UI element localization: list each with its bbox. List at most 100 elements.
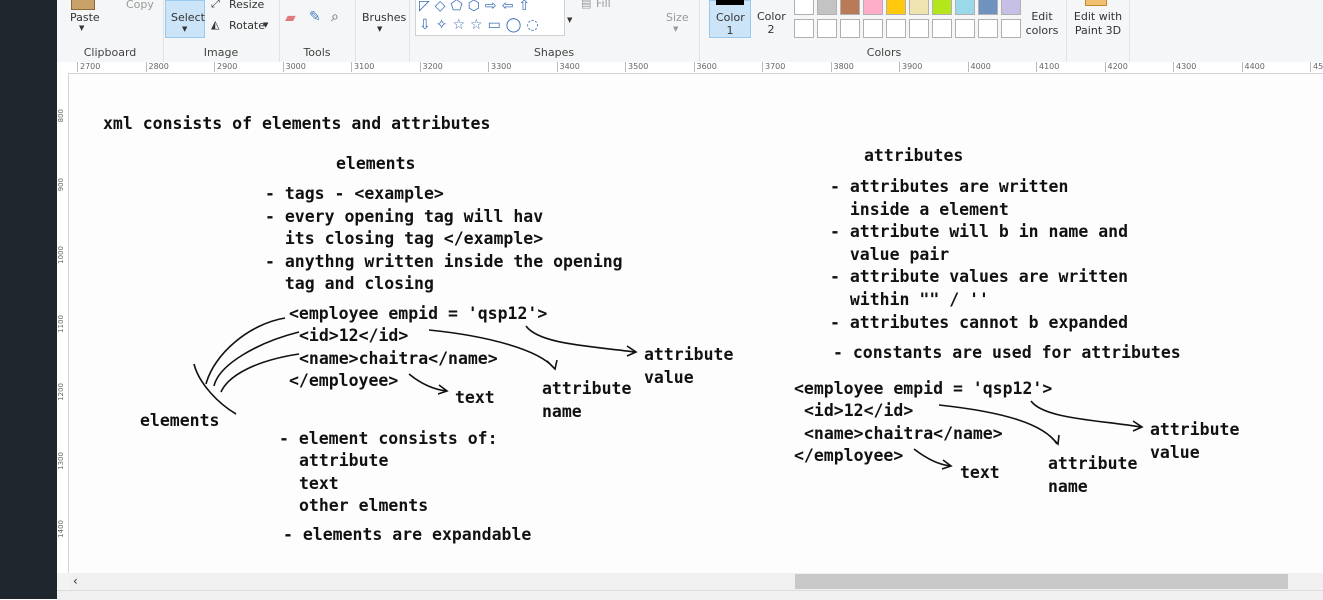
brushes-group: Brushes ▼ <box>355 0 410 62</box>
horizontal-scrollbar[interactable]: ‹ <box>69 573 1323 590</box>
palette-empty-swatch[interactable] <box>978 19 998 38</box>
clipboard-group: Paste ▼ Copy Clipboard <box>57 0 164 62</box>
ruler-tick-label: 1300 <box>57 451 65 470</box>
arrow-attr-name-2 <box>938 404 1060 446</box>
ruler-tick-label: 3200 <box>419 62 443 72</box>
size-label: Size <box>666 11 689 24</box>
arrow-text-1 <box>408 373 449 395</box>
palette-swatch[interactable] <box>817 0 837 15</box>
palette-empty-swatch[interactable] <box>932 19 952 38</box>
curve-elements-b <box>213 331 300 387</box>
clipboard-group-label: Clipboard <box>83 46 137 59</box>
arrow-attr-value-1 <box>525 325 638 357</box>
ruler-tick-label: 4400 <box>1241 62 1265 72</box>
ribbon: Paste ▼ Copy Clipboard Select ▼ ⤢ Resize… <box>57 0 1323 63</box>
rotate-dropdown-icon[interactable]: ▼ <box>263 21 268 29</box>
colors-group-label: Colors <box>866 46 902 59</box>
brushes-button[interactable]: Brushes <box>362 11 406 24</box>
ruler-tick-label: 1200 <box>57 383 65 401</box>
palette-swatch[interactable] <box>840 0 860 15</box>
palette-empty-swatch[interactable] <box>840 19 860 38</box>
palette-empty-swatch[interactable] <box>817 19 837 38</box>
color2-button[interactable]: Color 2 <box>753 0 791 38</box>
size-dropdown-icon: ▼ <box>673 25 679 33</box>
palette-empty-swatch[interactable] <box>886 19 906 38</box>
ruler-tick-label: 2900 <box>214 62 237 72</box>
color1-button[interactable]: Color 1 <box>709 0 751 38</box>
rotate-button[interactable]: Rotate <box>229 19 265 32</box>
ruler-tick-label: 450 <box>1310 62 1323 72</box>
scroll-left-icon[interactable]: ‹ <box>73 574 78 588</box>
size-button[interactable]: Size ▼ <box>657 0 697 50</box>
select-dropdown-icon[interactable]: ▼ <box>182 25 187 33</box>
palette-swatch[interactable] <box>932 0 952 15</box>
ruler-tick-label: 900 <box>57 177 65 191</box>
select-label: Select <box>171 11 205 24</box>
resize-button[interactable]: Resize <box>229 0 264 11</box>
palette-swatch[interactable] <box>1001 0 1021 15</box>
color1-label: Color 1 <box>716 11 745 37</box>
ruler-tick-label: 3500 <box>625 62 648 72</box>
magnifier-icon[interactable]: ⌕ <box>331 9 339 25</box>
fill-button[interactable]: Fill <box>596 0 611 10</box>
curve-elements-c <box>220 353 300 393</box>
ruler-tick-label: 3400 <box>556 62 580 72</box>
tools-group: ▰ ✎ ⌕ Tools <box>279 0 356 62</box>
ruler-tick-label: 3900 <box>899 62 922 72</box>
palette-empty-swatch[interactable] <box>794 19 814 38</box>
ruler-tick-label: 1000 <box>57 246 65 264</box>
paint3d-group: Edit with Paint 3D <box>1066 0 1130 62</box>
ruler-tick-label: 4300 <box>1173 62 1196 72</box>
shapes-group-label: Shapes <box>533 46 575 59</box>
palette-empty-swatch[interactable] <box>955 19 975 38</box>
rotate-icon: ◭ <box>211 18 220 31</box>
paste-icon <box>71 0 95 10</box>
edit-colors-button[interactable]: Edit colors <box>1022 0 1062 40</box>
fill-icon: ▤ <box>581 0 592 10</box>
palette-empty-swatch[interactable] <box>1001 19 1021 38</box>
palette-swatch[interactable] <box>886 0 906 15</box>
paste-button[interactable]: Paste <box>70 11 100 24</box>
palette-empty-swatch[interactable] <box>863 19 883 38</box>
horizontal-ruler: 2700 2800 2900 3000 3100 3200 3300 3400 3500 3600… <box>57 62 1323 74</box>
eraser-icon[interactable]: ▰ <box>285 10 296 26</box>
ruler-tick-label: 3600 <box>693 62 717 72</box>
shapes-scroll-icon[interactable]: ▼ <box>567 16 572 24</box>
vertical-ruler: 800 900 1000 1100 1200 1300 1400 <box>57 73 69 573</box>
palette-swatch[interactable] <box>863 0 883 15</box>
edit-colors-label: Edit colors <box>1025 10 1059 37</box>
image-group-label: Image <box>203 46 239 59</box>
ruler-tick-label: 2700 <box>77 62 100 72</box>
color2-label: Color 2 <box>757 10 786 36</box>
ruler-tick-label: 3800 <box>830 62 854 72</box>
ruler-tick-label: 1400 <box>57 520 65 538</box>
ruler-tick-label: 1100 <box>57 314 65 333</box>
paint3d-icon <box>1085 0 1107 6</box>
ruler-tick-label: 4000 <box>967 62 991 72</box>
shapes-gallery[interactable]: ◸◇⬠⬡⇨⇦⇧ ⇩✧☆☆▭◯◌ <box>415 0 565 36</box>
brushes-dropdown-icon[interactable]: ▼ <box>377 25 382 33</box>
handdrawn-arrows <box>193 317 1144 470</box>
paste-dropdown-icon[interactable]: ▼ <box>79 24 84 32</box>
curve-elements-a <box>205 317 286 385</box>
palette-empty-swatch[interactable] <box>909 19 929 38</box>
ruler-tick-label: 3100 <box>351 62 374 72</box>
copy-button[interactable]: Copy <box>126 0 154 11</box>
image-group: Select ▼ ⤢ Resize ◭ Rotate ▼ Image <box>163 0 280 62</box>
palette-swatch[interactable] <box>794 0 814 15</box>
palette-swatch[interactable] <box>955 0 975 15</box>
color-picker-icon[interactable]: ✎ <box>309 9 321 25</box>
ruler-tick-label: 800 <box>57 109 65 123</box>
palette-swatch[interactable] <box>978 0 998 15</box>
edit-paint3d-button[interactable]: Edit with Paint 3D <box>1071 10 1125 38</box>
ruler-tick-label: 3000 <box>282 62 306 72</box>
palette-swatch[interactable] <box>909 0 929 15</box>
scrollbar-thumb[interactable] <box>795 574 1288 589</box>
color-palette <box>794 0 1024 40</box>
arrow-attr-value-2 <box>1030 400 1144 432</box>
color1-swatch <box>716 0 744 5</box>
resize-icon: ⤢ <box>211 0 220 10</box>
curve-elements-d <box>193 363 237 415</box>
paint-window: Paste ▼ Copy Clipboard Select ▼ ⤢ Resize… <box>57 0 1323 600</box>
tools-group-label: Tools <box>303 46 331 59</box>
